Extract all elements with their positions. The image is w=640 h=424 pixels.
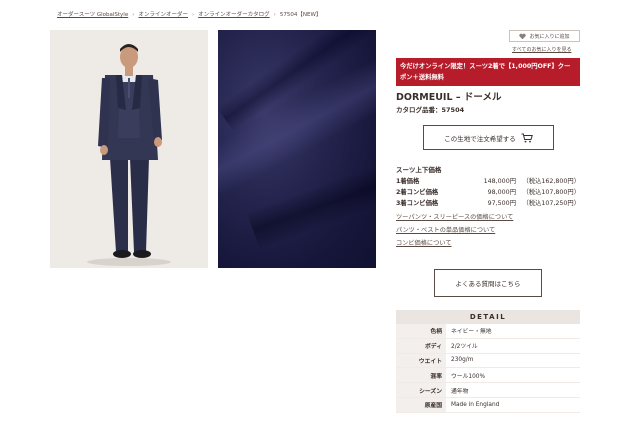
combination-price-link[interactable]: コンビ価格について — [396, 238, 513, 251]
suit-price-heading: スーツ上下価格 — [396, 166, 442, 174]
detail-table: DETAIL 色柄 ネイビー・無地 ボディ 2/2ツイル ウエイト 230g/m… — [396, 310, 580, 413]
detail-value: 230g/m — [451, 357, 474, 364]
detail-value: ウール100% — [451, 373, 485, 380]
detail-key: 混率 — [396, 368, 446, 383]
catalog-number: カタログ品番：57504 — [396, 106, 465, 114]
pricing-info-links: ツーパンツ・スリーピースの価格について パンツ・ベストの単品価格について コンビ… — [396, 212, 513, 251]
price-row: 3着コンビ価格 97,500円 （税込107,250円） — [396, 197, 580, 208]
heart-icon — [519, 33, 527, 39]
price-tax-included: （税込107,800円） — [522, 189, 580, 196]
price-tax-included: （税込107,250円） — [522, 200, 580, 207]
detail-row-body: ボディ 2/2ツイル — [396, 338, 580, 354]
breadcrumb-separator: › — [132, 12, 135, 18]
product-title: DORMEUIL – ドーメル — [396, 92, 502, 103]
model-suit-image — [50, 30, 208, 268]
breadcrumb: オーダースーツ GlobalStyle › オンラインオーダー › オンラインオーダーカ… — [57, 10, 321, 18]
add-to-favorites-button[interactable]: お気に入りに追加 — [509, 30, 580, 42]
detail-key: ボディ — [396, 338, 446, 353]
detail-key: ウエイト — [396, 353, 446, 368]
detail-value: 通年物 — [451, 388, 469, 395]
breadcrumb-separator: › — [191, 12, 195, 18]
price-label: 2着コンビ価格 — [396, 189, 439, 196]
detail-value: ネイビー・無地 — [451, 329, 492, 336]
order-with-this-fabric-button[interactable]: この生地で注文希望する — [423, 125, 554, 150]
breadcrumb-link-home[interactable]: オーダースーツ GlobalStyle — [57, 12, 128, 18]
price-value: 148,000円 — [483, 178, 516, 185]
model-photo[interactable] — [50, 30, 208, 268]
price-label: 3着コンビ価格 — [396, 200, 439, 207]
view-all-favorites-link[interactable]: すべてのお気に入りを見る — [512, 46, 571, 53]
breadcrumb-link-online-order[interactable]: オンラインオーダー — [138, 12, 188, 18]
detail-key: 色柄 — [396, 324, 446, 338]
detail-row-season: シーズン 通年物 — [396, 383, 580, 398]
two-pants-three-piece-price-link[interactable]: ツーパンツ・スリーピースの価格について — [396, 212, 513, 225]
order-button-label: この生地で注文希望する — [444, 134, 516, 143]
price-value: 98,000円 — [487, 189, 516, 196]
pants-vest-single-price-link[interactable]: パンツ・ベストの単品価格について — [396, 225, 513, 238]
price-row: 1着価格 148,000円 （税込162,800円） — [396, 175, 580, 186]
promo-banner[interactable]: 今だけオンライン限定！スーツ2着で【1,000円OFF】クーポン＋送料無料 — [396, 58, 580, 86]
faq-button[interactable]: よくある質問はこちら — [434, 269, 542, 297]
add-to-favorites-label: お気に入りに追加 — [529, 33, 570, 40]
price-row: 2着コンビ価格 98,000円 （税込107,800円） — [396, 186, 580, 197]
detail-row-composition: 混率 ウール100% — [396, 368, 580, 384]
breadcrumb-link-catalog[interactable]: オンラインオーダーカタログ — [198, 12, 270, 18]
price-tax-included: （税込162,800円） — [522, 178, 580, 185]
detail-row-color: 色柄 ネイビー・無地 — [396, 324, 580, 339]
detail-row-weight: ウエイト 230g/m — [396, 353, 580, 369]
price-value: 97,500円 — [487, 200, 516, 207]
fabric-swatch-image[interactable] — [218, 30, 376, 268]
price-table: 1着価格 148,000円 （税込162,800円） 2着コンビ価格 98,00… — [396, 175, 580, 208]
detail-heading: DETAIL — [396, 310, 580, 324]
detail-value: Made in England — [451, 401, 500, 408]
detail-row-origin: 原産国 Made in England — [396, 397, 580, 413]
detail-value: 2/2ツイル — [451, 344, 478, 351]
detail-key: 原産国 — [396, 397, 446, 412]
breadcrumb-separator: › — [273, 12, 276, 18]
detail-key: シーズン — [396, 383, 446, 397]
breadcrumb-current: 57504【NEW】 — [279, 12, 322, 18]
cart-icon — [521, 133, 533, 142]
price-label: 1着価格 — [396, 178, 420, 185]
